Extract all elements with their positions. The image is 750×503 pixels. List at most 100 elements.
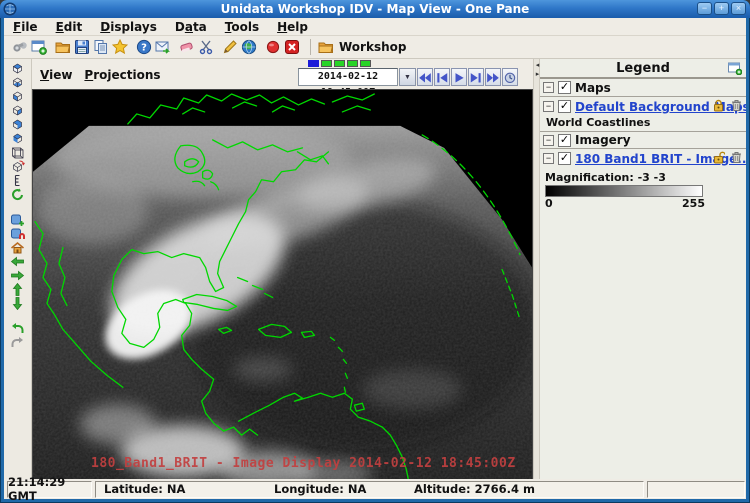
menu-help[interactable]: Help	[268, 19, 317, 35]
trash-icon[interactable]	[731, 151, 742, 164]
legend-group-imagery: − ✓ Imagery	[540, 131, 746, 149]
cancel-loads-icon[interactable]	[265, 39, 281, 55]
view-west-cube-icon[interactable]	[9, 132, 26, 145]
altitude-readout: Altitude: 2766.4 m	[414, 482, 535, 496]
magnification-label: Magnification: -3 -3	[540, 168, 746, 185]
time-step-current[interactable]	[308, 60, 319, 67]
world-coastlines-label: World Coastlines	[540, 116, 746, 131]
go-to-start-button[interactable]	[417, 68, 433, 86]
perspective-box-icon[interactable]	[9, 146, 26, 159]
view-top-cube-icon[interactable]	[9, 62, 26, 75]
new-display-window-icon[interactable]	[31, 39, 47, 55]
band1-visibility-checkbox[interactable]: ✓	[558, 152, 571, 165]
animation-control: 2014-02-12 18:45:00Z ▼	[298, 68, 518, 86]
float-legend-icon[interactable]	[728, 62, 742, 75]
workshop-toolbar-group[interactable]: Workshop	[318, 39, 406, 55]
workshop-label: Workshop	[339, 40, 406, 54]
map-view-canvas[interactable]: 180_Band1_BRIT - Image Display 2014-02-1…	[32, 89, 533, 479]
collapse-maps-button[interactable]: −	[543, 82, 554, 93]
time-step[interactable]	[334, 60, 345, 67]
zoom-in-icon[interactable]	[9, 213, 26, 226]
menu-projections[interactable]: Projections	[82, 67, 170, 83]
favorites-star-icon[interactable]	[112, 39, 128, 55]
time-step[interactable]	[347, 60, 358, 67]
data-chooser-icon[interactable]	[12, 39, 28, 55]
time-dropdown-button[interactable]: ▼	[399, 68, 416, 86]
trash-icon[interactable]	[731, 99, 742, 112]
step-forward-button[interactable]	[468, 68, 484, 86]
legend-splitter[interactable]: ◂ ▸	[533, 59, 540, 479]
save-bundle-icon[interactable]	[74, 39, 90, 55]
background-maps-checkbox[interactable]: ✓	[558, 100, 571, 113]
menu-edit[interactable]: Edit	[47, 19, 92, 35]
toolbar-separator	[310, 39, 311, 55]
rotate-view-cube-icon[interactable]	[9, 160, 26, 173]
close-button[interactable]: ×	[731, 2, 746, 15]
view-north-cube-icon[interactable]	[9, 90, 26, 103]
legend-panel: Legend − ✓ Maps − ✓ Default Background M…	[540, 59, 746, 479]
exit-icon[interactable]	[284, 39, 300, 55]
menu-view[interactable]: View	[38, 67, 82, 83]
maps-group-label: Maps	[575, 81, 611, 95]
colorbar-min-label: 0	[545, 197, 553, 210]
pan-left-icon[interactable]	[9, 255, 26, 268]
view-east-cube-icon[interactable]	[9, 104, 26, 117]
satellite-image	[33, 90, 532, 479]
legend-row-band1-brit: − ✓ 180 Band1 BRIT - Image...	[540, 149, 746, 168]
legend-row-default-background-maps: − ✓ Default Background Maps	[540, 97, 746, 116]
main-toolbar: ? Workshop	[4, 36, 746, 59]
time-value-field[interactable]: 2014-02-12 18:45:00Z	[298, 68, 398, 86]
maximize-button[interactable]: +	[714, 2, 729, 15]
collapse-imagery-button[interactable]: −	[543, 135, 554, 146]
imagery-group-label: Imagery	[575, 133, 631, 147]
latitude-readout: Latitude: NA	[104, 482, 274, 496]
erase-displays-icon[interactable]	[179, 39, 195, 55]
idv-window: Unidata Workshop IDV - Map View - One Pa…	[0, 0, 750, 503]
auto-rotate-icon[interactable]	[9, 188, 26, 201]
menu-data[interactable]: Data	[166, 19, 216, 35]
copy-icon[interactable]	[93, 39, 109, 55]
collapse-band1-button[interactable]: −	[543, 153, 554, 164]
grayscale-colorbar[interactable]	[545, 185, 703, 197]
pan-right-icon[interactable]	[9, 269, 26, 282]
edit-pencil-icon[interactable]	[222, 39, 238, 55]
redo-icon[interactable]	[9, 336, 26, 349]
projections-globe-icon[interactable]	[241, 39, 257, 55]
play-button[interactable]	[451, 68, 467, 86]
step-back-button[interactable]	[434, 68, 450, 86]
menu-tools[interactable]: Tools	[216, 19, 268, 35]
time-step-indicator[interactable]	[308, 60, 371, 67]
support-request-icon[interactable]	[155, 39, 171, 55]
home-view-icon[interactable]	[9, 241, 26, 254]
title-bar[interactable]: Unidata Workshop IDV - Map View - One Pa…	[0, 0, 750, 18]
imagery-visibility-checkbox[interactable]: ✓	[558, 134, 571, 147]
longitude-readout: Longitude: NA	[274, 482, 414, 496]
colorbar-wrap: 0 255	[540, 185, 746, 210]
help-icon[interactable]: ?	[136, 39, 152, 55]
status-bar: 21:14:29 GMT Latitude: NA Longitude: NA …	[4, 479, 746, 499]
lock-closed-icon[interactable]	[712, 99, 725, 112]
view-bottom-cube-icon[interactable]	[9, 76, 26, 89]
vertical-scale-ruler-icon[interactable]	[9, 174, 26, 187]
lock-open-icon[interactable]	[712, 151, 725, 164]
zoom-out-icon[interactable]	[9, 227, 26, 240]
collapse-background-maps-button[interactable]: −	[543, 101, 554, 112]
open-bundle-folder-icon[interactable]	[55, 39, 71, 55]
animation-properties-button[interactable]	[502, 68, 518, 86]
view-south-cube-icon[interactable]	[9, 118, 26, 131]
time-step[interactable]	[360, 60, 371, 67]
menu-bar: File Edit Displays Data Tools Help	[4, 18, 746, 36]
clock-readout: 21:14:29 GMT	[7, 481, 92, 498]
pan-up-icon[interactable]	[9, 283, 26, 296]
time-step[interactable]	[321, 60, 332, 67]
map-menu-bar: View Projections 2014-02-12 18:45:00Z ▼	[32, 59, 533, 89]
minimize-button[interactable]: −	[697, 2, 712, 15]
menu-file[interactable]: File	[4, 19, 47, 35]
cut-icon[interactable]	[198, 39, 214, 55]
undo-icon[interactable]	[9, 322, 26, 335]
pan-down-icon[interactable]	[9, 297, 26, 310]
maps-visibility-checkbox[interactable]: ✓	[558, 81, 571, 94]
menu-displays[interactable]: Displays	[91, 19, 166, 35]
workshop-folder-icon	[318, 39, 334, 55]
go-to-end-button[interactable]	[485, 68, 501, 86]
